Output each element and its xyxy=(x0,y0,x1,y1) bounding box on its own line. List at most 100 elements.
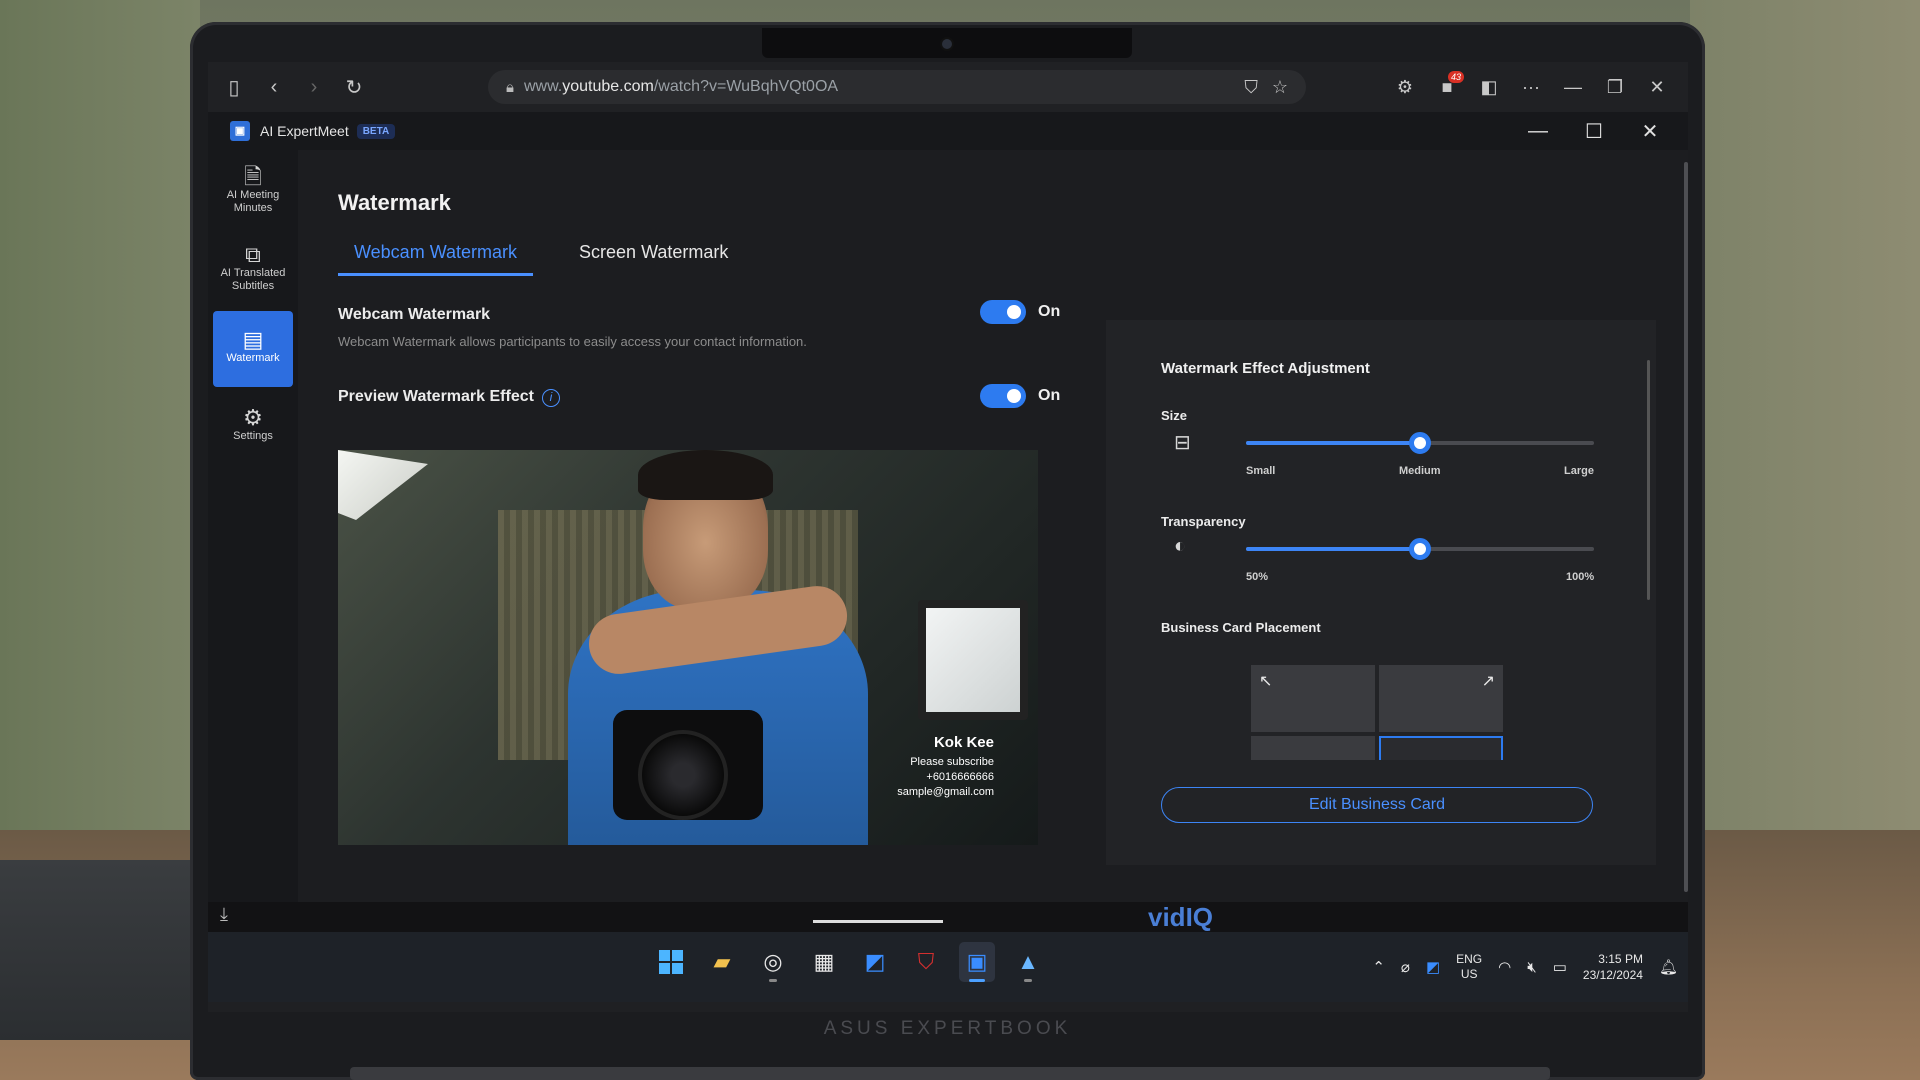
photos-icon[interactable]: ▲ xyxy=(1010,942,1046,982)
sidebar-item-ai-meeting-minutes[interactable]: 🗎︎ AI Meeting Minutes xyxy=(208,154,298,230)
size-slider[interactable] xyxy=(1246,432,1594,454)
file-explorer-icon[interactable]: ▰ xyxy=(704,942,740,982)
notification-extension-icon[interactable]: ■ 43 xyxy=(1426,70,1468,98)
taskbar: ▰ ◎ ▦ ◩ ⛉ ▣ ▲ ⌃ ⌀ ◩ ENG US ◠ 🔇︎ ▭ 3:15 P… xyxy=(208,932,1688,1002)
card-line-2: +6016666666 xyxy=(926,771,994,783)
maximize-icon[interactable]: ☐ xyxy=(1566,119,1622,144)
reload-icon[interactable]: ↻ xyxy=(334,75,374,100)
card-line-3: sample@gmail.com xyxy=(897,786,994,798)
region-code: US xyxy=(1460,967,1478,981)
chevron-up-icon[interactable]: ⌃ xyxy=(1372,958,1385,976)
wifi-icon[interactable]: ◠ xyxy=(1498,958,1511,976)
download-icon[interactable]: ⤓ xyxy=(220,904,228,925)
browser-restore-icon[interactable]: ❐ xyxy=(1594,77,1636,98)
forward-icon[interactable]: › xyxy=(294,76,334,99)
behind-window-strip: ⤓ vidIQ xyxy=(208,902,1688,932)
sidebar-item-label: AI Translated Subtitles xyxy=(220,266,286,292)
clock[interactable]: 3:15 PM 23/12/2024 xyxy=(1583,951,1643,983)
size-slider-knob[interactable] xyxy=(1409,432,1431,454)
store-icon[interactable]: ▦ xyxy=(806,942,842,982)
laptop-lip xyxy=(350,1067,1550,1080)
shield-extension-icon[interactable]: ◧ xyxy=(1468,77,1510,98)
sidebar-item-watermark[interactable]: ▤ Watermark xyxy=(213,311,293,387)
preview-person-hair xyxy=(638,450,773,500)
back-icon[interactable]: ‹ xyxy=(254,76,294,99)
placement-top-left[interactable]: ↖ xyxy=(1251,665,1375,732)
webcam-notch xyxy=(762,28,1132,58)
language-code: ENG xyxy=(1456,952,1483,966)
watermark-business-card: Kok Kee Please subscribe +6016666666 sam… xyxy=(897,734,994,800)
close-icon[interactable]: ✕ xyxy=(1622,119,1678,144)
preview-watermark-toggle[interactable] xyxy=(980,384,1026,408)
video-progress-bar[interactable] xyxy=(813,920,943,923)
vidiq-logo: vidIQ xyxy=(1148,902,1214,932)
laptop-brand: ASUS EXPERTBOOK xyxy=(823,1018,1072,1039)
system-tray: ⌃ ⌀ ◩ ENG US ◠ 🔇︎ ▭ 3:15 PM 23/12/2024 🔔… xyxy=(1372,942,1678,992)
url-text: www.youtube.com/watch?v=WuBqhVQt0OA xyxy=(523,78,839,95)
webcam-preview: Kok Kee Please subscribe +6016666666 sam… xyxy=(338,450,1038,845)
tracking-shield-icon[interactable]: ⛉ xyxy=(1244,77,1258,98)
size-tick-medium: Medium xyxy=(1399,465,1441,477)
panel-scrollbar[interactable] xyxy=(1647,360,1650,600)
placement-top-right[interactable]: ↗ xyxy=(1379,665,1503,732)
transparency-slider[interactable] xyxy=(1246,538,1594,560)
taskbar-apps: ▰ ◎ ▦ ◩ ⛉ ▣ ▲ xyxy=(653,942,1046,982)
size-label: Size xyxy=(1161,408,1188,423)
mcafee-icon[interactable]: ⛉ xyxy=(908,942,944,982)
card-line-1: Please subscribe xyxy=(910,756,994,768)
gear-icon: ⚙ xyxy=(243,405,263,430)
notification-bell-icon[interactable]: 🔔︎ xyxy=(1659,958,1678,976)
extensions-icon[interactable]: ⚙ xyxy=(1384,77,1426,98)
tab-bar: Webcam Watermark Screen Watermark xyxy=(338,236,744,276)
favorite-star-icon[interactable]: ☆ xyxy=(1272,77,1288,98)
browser-close-icon[interactable]: ✕ xyxy=(1636,77,1678,98)
tray-app-icon[interactable]: ◩ xyxy=(1426,958,1440,976)
volume-muted-icon[interactable]: 🔇︎ xyxy=(1527,959,1536,976)
tab-screen-watermark[interactable]: Screen Watermark xyxy=(563,236,744,276)
preview-watermark-state: On xyxy=(1038,387,1061,404)
address-bar[interactable]: 🔒︎ www.youtube.com/watch?v=WuBqhVQt0OA ⛉… xyxy=(488,70,1306,104)
webcam-watermark-description: Webcam Watermark allows participants to … xyxy=(338,334,807,349)
tab-webcam-watermark[interactable]: Webcam Watermark xyxy=(338,236,534,276)
browser-minimize-icon[interactable]: — xyxy=(1552,77,1594,98)
transparency-slider-knob[interactable] xyxy=(1409,538,1431,560)
effect-adjustment-panel: Watermark Effect Adjustment Size ⊟ Small… xyxy=(1106,320,1656,865)
browser-taskbar-icon[interactable]: ◎ xyxy=(755,942,791,982)
size-tick-small: Small xyxy=(1246,465,1276,477)
app-scrollbar[interactable] xyxy=(1684,162,1688,892)
webcam-watermark-state: On xyxy=(1038,303,1061,320)
contrast-icon: ◐ xyxy=(1174,535,1187,557)
myasus-icon[interactable]: ◩ xyxy=(857,942,893,982)
sidebar: 🗎︎ AI Meeting Minutes ⧉ AI Translated Su… xyxy=(208,150,298,902)
placement-bottom-right[interactable] xyxy=(1379,736,1503,760)
language-indicator[interactable]: ENG US xyxy=(1456,952,1482,982)
window-controls: — ☐ ✕ xyxy=(1510,112,1678,150)
preview-camera-lens xyxy=(638,730,728,820)
lock-icon: 🔒︎ xyxy=(506,78,514,96)
sidebar-toggle-icon[interactable]: ▯ xyxy=(214,75,254,100)
size-icon: ⊟ xyxy=(1174,432,1191,454)
webcam-watermark-toggle[interactable] xyxy=(980,300,1026,324)
edit-business-card-button[interactable]: Edit Business Card xyxy=(1161,787,1593,823)
ai-expertmeet-taskbar-icon[interactable]: ▣ xyxy=(959,942,995,982)
placement-bottom-left[interactable] xyxy=(1251,736,1375,760)
sidebar-item-settings[interactable]: ⚙ Settings xyxy=(208,389,298,465)
transparency-tick-max: 100% xyxy=(1566,571,1595,583)
laptop-screen: ▯ ‹ › ↻ 🔒︎ www.youtube.com/watch?v=WuBqh… xyxy=(208,62,1688,1012)
laptop-body: ▯ ‹ › ↻ 🔒︎ www.youtube.com/watch?v=WuBqh… xyxy=(190,22,1705,1080)
info-icon[interactable]: i xyxy=(541,389,560,407)
network-off-icon[interactable]: ⌀ xyxy=(1401,958,1410,976)
webcam-watermark-label: Webcam Watermark xyxy=(338,306,491,323)
clock-date: 23/12/2024 xyxy=(1582,968,1643,982)
size-tick-large: Large xyxy=(1564,465,1594,477)
start-button[interactable] xyxy=(653,942,689,982)
more-icon[interactable]: ··· xyxy=(1510,77,1552,98)
minimize-icon[interactable]: — xyxy=(1510,120,1566,143)
browser-toolbar: ▯ ‹ › ↻ 🔒︎ www.youtube.com/watch?v=WuBqh… xyxy=(208,62,1688,112)
app-titlebar: ▣ AI ExpertMeet BETA — ☐ ✕ xyxy=(208,112,1688,150)
transparency-slider-fill xyxy=(1246,547,1420,551)
sidebar-item-label: Settings xyxy=(233,430,273,442)
notification-count: 43 xyxy=(1447,70,1464,83)
battery-icon[interactable]: ▭ xyxy=(1553,958,1567,976)
sidebar-item-ai-translated-subtitles[interactable]: ⧉ AI Translated Subtitles xyxy=(208,232,298,308)
